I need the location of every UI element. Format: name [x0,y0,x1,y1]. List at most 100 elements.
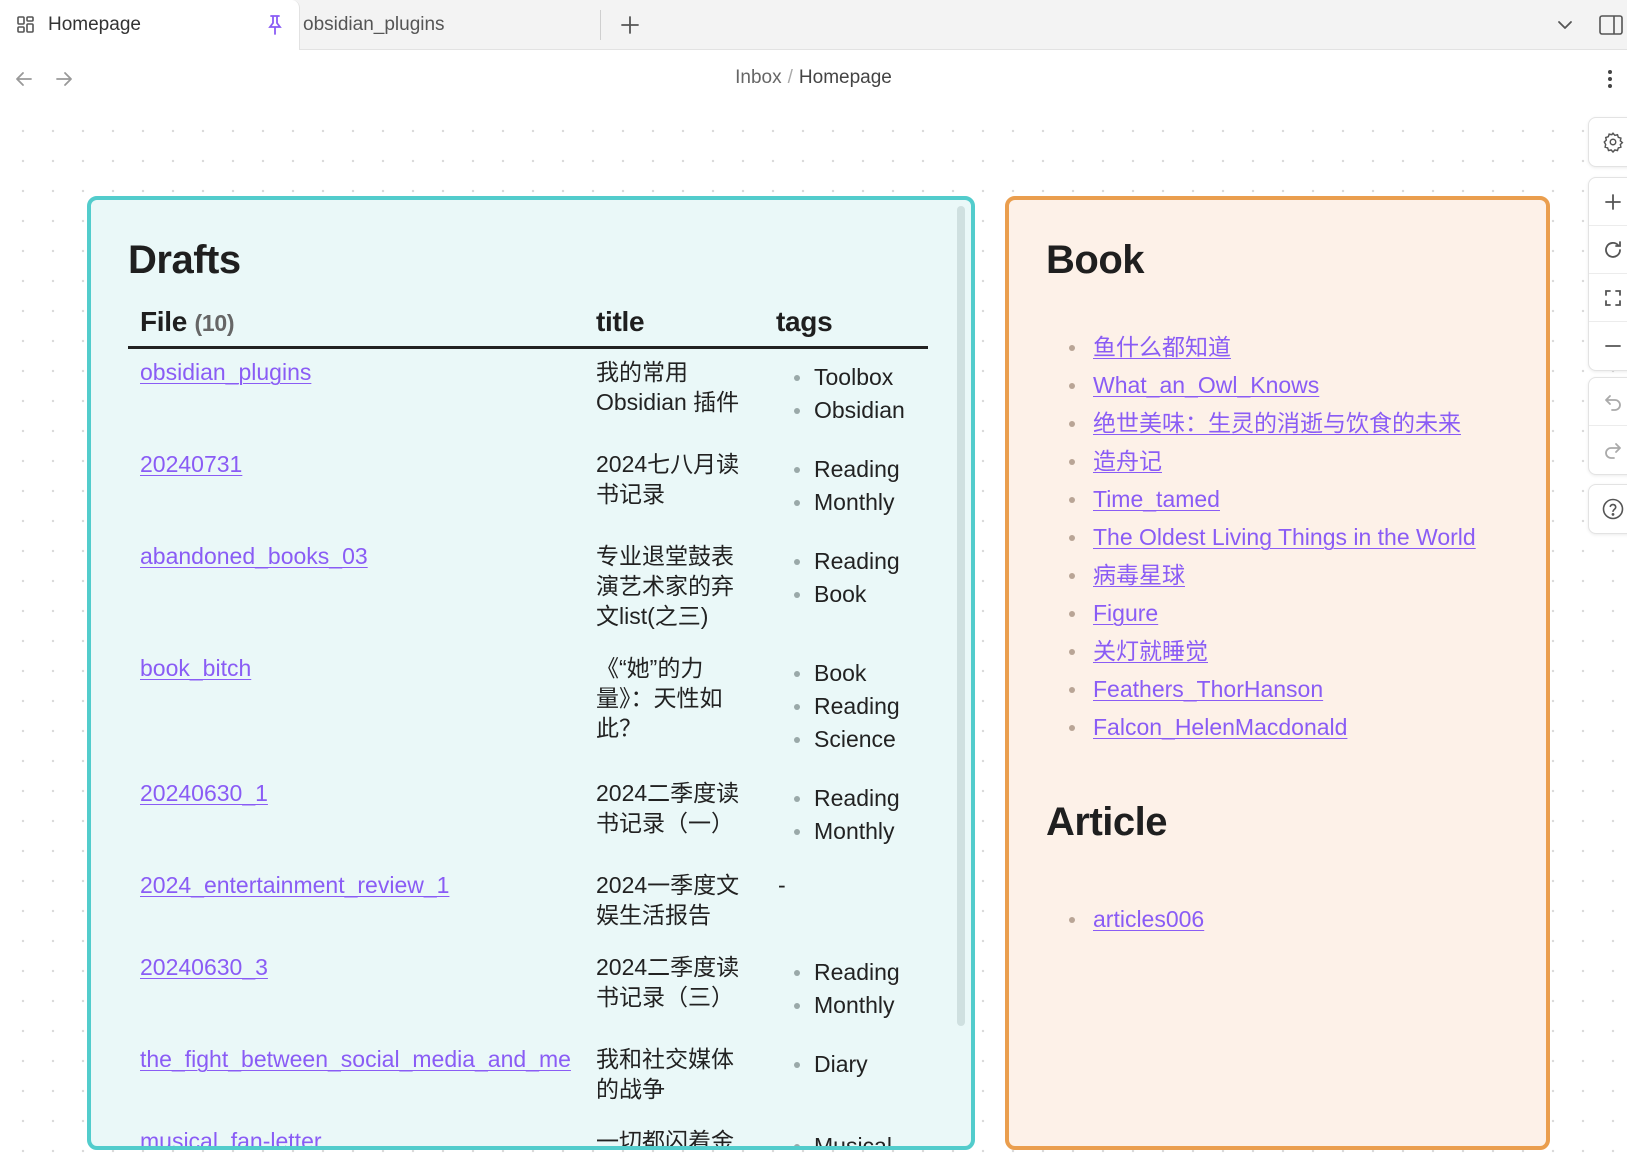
undo-icon[interactable] [1589,378,1627,426]
redo-icon[interactable] [1589,426,1627,474]
cell-title: 一切都闪着金色的光 [596,1128,734,1150]
cell-file: 20240731 [128,441,584,533]
tag-item: Reading [794,453,916,486]
tab-label: obsidian_plugins [303,14,445,35]
cell-tags: Book Reading Science [764,645,928,770]
article-link[interactable]: articles006 [1093,906,1204,932]
file-count: (10) [194,310,235,336]
book-link[interactable]: Feathers_ThorHanson [1093,676,1323,702]
book-link[interactable]: Falcon_HelenMacdonald [1093,714,1347,740]
breadcrumb: Inbox / Homepage [0,67,1627,89]
file-link[interactable]: musical_fan-letter [140,1128,322,1146]
list-item: 造舟记 [1069,442,1476,480]
tab-divider [600,10,601,40]
article-heading: Article [1046,800,1168,844]
tag-item: Science [794,723,916,756]
tag-list: Toolbox Obsidian [776,361,916,427]
cell-tags: Musical [764,1118,928,1146]
table-row: 2024_entertainment_review_1 2024一季度文娱生活报告… [128,862,928,944]
tag-item: Monthly [794,486,916,519]
tag-item: Reading [794,545,916,578]
drafts-card[interactable]: Drafts File (10) title tags obsidian_plu… [87,196,975,1150]
tag-item: Reading [794,956,916,989]
cell-tags: Reading Monthly [764,441,928,533]
tag-list: Diary [776,1048,916,1081]
book-link[interactable]: What_an_Owl_Knows [1093,372,1319,398]
cell-title: 专业退堂鼓表演艺术家的弃文list(之三) [596,543,734,629]
file-link[interactable]: 20240630_3 [140,954,268,980]
gear-icon[interactable] [1589,118,1627,166]
book-link[interactable]: 鱼什么都知道 [1093,334,1231,360]
tag-list: Book Reading Science [776,657,916,756]
cell-title: 2024七八月读书记录 [596,451,740,507]
book-link[interactable]: The Oldest Living Things in the World [1093,524,1476,550]
pin-icon[interactable] [263,13,287,37]
column-header-file[interactable]: File (10) [128,300,584,349]
cell-file: 20240630_3 [128,944,584,1036]
book-link[interactable]: Figure [1093,600,1158,626]
tag-item: Obsidian [794,394,916,427]
table-row: 20240731 2024七八月读书记录 Reading Monthly [128,441,928,533]
tag-item: Reading [794,690,916,723]
help-icon[interactable] [1589,485,1627,533]
list-item: articles006 [1069,900,1204,938]
list-item: 鱼什么都知道 [1069,328,1476,366]
tab-obsidian-plugins[interactable]: obsidian_plugins [300,0,600,50]
drafts-heading: Drafts [128,238,241,282]
chevron-down-icon[interactable] [1550,10,1580,40]
file-link[interactable]: book_bitch [140,655,251,681]
book-heading: Book [1046,238,1145,282]
book-link[interactable]: 关灯就睡觉 [1093,638,1208,664]
book-card[interactable]: Book 鱼什么都知道 What_an_Owl_Knows 绝世美味：生灵的消逝与饮… [1005,196,1550,1150]
cell-file: 2024_entertainment_review_1 [128,862,584,944]
cell-tags: Reading Monthly [764,770,928,862]
canvas-help-group [1588,484,1627,534]
book-link[interactable]: Time_tamed [1093,486,1220,512]
list-item: What_an_Owl_Knows [1069,366,1476,404]
list-item: 病毒星球 [1069,556,1476,594]
table-row: abandoned_books_03 专业退堂鼓表演艺术家的弃文list(之三) R… [128,533,928,645]
plus-icon[interactable] [615,10,645,40]
more-vertical-icon[interactable] [1598,65,1622,93]
refresh-icon[interactable] [1589,226,1627,274]
book-link[interactable]: 病毒星球 [1093,562,1185,588]
navigation-bar: Inbox / Homepage [0,50,1627,108]
drafts-scrollbar[interactable] [957,206,965,1026]
book-link[interactable]: 绝世美味：生灵的消逝与饮食的未来 [1093,410,1461,436]
breadcrumb-parent[interactable]: Inbox [735,67,781,88]
cell-tags: Diary [764,1036,928,1118]
sidebar-toggle-icon[interactable] [1596,10,1626,40]
cell-title: 2024二季度读书记录（三） [596,954,740,1010]
tag-list: Musical [776,1130,916,1146]
column-header-tags[interactable]: tags [764,300,928,349]
cell-tags: Toolbox Obsidian [764,348,928,442]
file-link[interactable]: 20240630_1 [140,780,268,806]
list-item: Figure [1069,594,1476,632]
cell-file: musical_fan-letter [128,1118,584,1146]
cell-tags: Reading Book [764,533,928,645]
file-link[interactable]: 20240731 [140,451,242,477]
column-header-title[interactable]: title [584,300,764,349]
list-item: 绝世美味：生灵的消逝与饮食的未来 [1069,404,1476,442]
tag-item: Monthly [794,989,916,1022]
file-link[interactable]: 2024_entertainment_review_1 [140,872,449,898]
list-item: Feathers_ThorHanson [1069,670,1476,708]
tag-item: Diary [794,1048,916,1081]
cell-file: the_fight_between_social_media_and_me [128,1036,584,1118]
cell-title: 2024一季度文娱生活报告 [596,872,740,928]
minus-icon[interactable] [1589,322,1627,370]
empty-tags: - [778,872,786,898]
file-link[interactable]: abandoned_books_03 [140,543,368,569]
tag-list: Reading Monthly [776,956,916,1022]
tag-item: Book [794,578,916,611]
book-link[interactable]: 造舟记 [1093,448,1162,474]
breadcrumb-current[interactable]: Homepage [799,67,892,88]
fullscreen-icon[interactable] [1589,274,1627,322]
tag-item: Book [794,657,916,690]
cell-tags: - [764,862,928,944]
plus-icon[interactable] [1589,178,1627,226]
tab-homepage[interactable]: Homepage [0,0,300,50]
file-link[interactable]: obsidian_plugins [140,359,311,385]
cell-file: book_bitch [128,645,584,770]
file-link[interactable]: the_fight_between_social_media_and_me [140,1046,571,1072]
